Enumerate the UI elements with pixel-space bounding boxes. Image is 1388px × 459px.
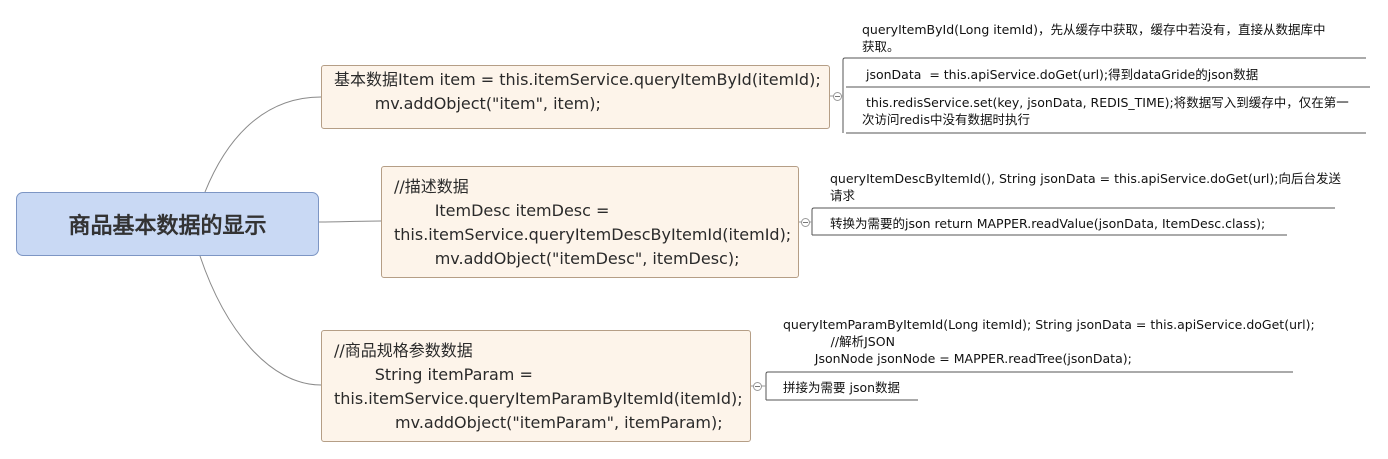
- branch-3-line-4: mv.addObject("itemParam", itemParam);: [334, 413, 723, 432]
- branch-item-param[interactable]: //商品规格参数数据 String itemParam = this.itemS…: [321, 330, 751, 442]
- branch-2-line-4: mv.addObject("itemDesc", itemDesc);: [394, 249, 740, 268]
- connector-root-branch-3: [199, 255, 322, 386]
- note-api-doget[interactable]: jsonData = this.apiService.doGet(url);得到…: [862, 66, 1258, 83]
- root-topic-label: 商品基本数据的显示: [68, 214, 267, 239]
- branch-3-line-2: String itemParam =: [334, 365, 533, 384]
- branch-item-desc[interactable]: //描述数据 ItemDesc itemDesc = this.itemServ…: [381, 166, 799, 278]
- branch-3-line-1: //商品规格参数数据: [334, 341, 473, 360]
- note-assemble-json[interactable]: 拼接为需要 json数据: [783, 379, 900, 396]
- branch-2-line-2: ItemDesc itemDesc =: [394, 201, 610, 220]
- note-convert-json[interactable]: 转换为需要的json return MAPPER.readValue(jsonD…: [830, 215, 1265, 232]
- note-redis-set[interactable]: this.redisService.set(key, jsonData, RED…: [862, 94, 1349, 128]
- branch-3-line-3: this.itemService.queryItemParamByItemId(…: [334, 389, 743, 408]
- branch-2-line-3: this.itemService.queryItemDescByItemId(i…: [394, 225, 792, 244]
- branch-1-line-2: mv.addObject("item", item);: [334, 94, 601, 113]
- note-query-item-by-id[interactable]: queryItemById(Long itemId)，先从缓存中获取，缓存中若没…: [862, 21, 1325, 55]
- branch-2-line-1: //描述数据: [394, 177, 469, 196]
- collapse-toggle-icon[interactable]: [801, 218, 810, 227]
- branch-1-line-1: 基本数据Item item = this.itemService.queryIt…: [334, 70, 821, 89]
- collapse-toggle-icon[interactable]: [753, 382, 762, 391]
- branch-item-basic-data[interactable]: 基本数据Item item = this.itemService.queryIt…: [321, 65, 830, 129]
- root-topic[interactable]: 商品基本数据的显示: [16, 192, 319, 256]
- note-query-item-param[interactable]: queryItemParamByItemId(Long itemId); Str…: [783, 316, 1315, 367]
- note-query-item-desc[interactable]: queryItemDescByItemId(), String jsonData…: [830, 170, 1341, 204]
- connector-root-branch-1: [204, 96, 322, 193]
- connector-root-branch-2: [318, 220, 382, 223]
- collapse-toggle-icon[interactable]: [833, 92, 842, 101]
